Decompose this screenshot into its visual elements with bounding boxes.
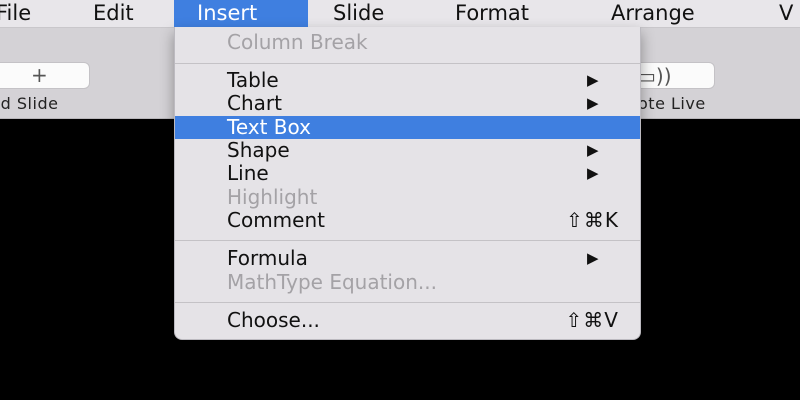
- menu-item-choose[interactable]: Choose... ⇧⌘V: [175, 309, 640, 332]
- menu-item-shape[interactable]: Shape ▶: [175, 139, 640, 162]
- plus-icon: +: [31, 63, 48, 87]
- submenu-arrow-icon: ▶: [587, 71, 599, 89]
- menu-bar: File Edit Insert Slide Format Arrange V: [0, 0, 800, 28]
- menu-separator: [175, 63, 640, 64]
- menu-separator: [175, 240, 640, 241]
- menu-item-label: Line: [227, 161, 269, 185]
- menu-item-label: Text Box: [227, 115, 311, 139]
- keyboard-shortcut: ⇧⌘V: [565, 308, 619, 332]
- menu-item-label: Chart: [227, 91, 282, 115]
- menu-item-formula[interactable]: Formula ▶: [175, 247, 640, 270]
- menu-item-table[interactable]: Table ▶: [175, 69, 640, 92]
- menu-item-label: Formula: [227, 246, 308, 270]
- menu-item-comment[interactable]: Comment ⇧⌘K: [175, 209, 640, 232]
- menu-item-mathtype-equation: MathType Equation...: [175, 271, 640, 294]
- menu-view[interactable]: V: [779, 0, 793, 27]
- submenu-arrow-icon: ▶: [587, 164, 599, 182]
- menu-item-label: Table: [227, 68, 279, 92]
- menu-item-highlight: Highlight: [175, 186, 640, 209]
- add-slide-label: dd Slide: [0, 94, 59, 113]
- menu-item-chart[interactable]: Chart ▶: [175, 92, 640, 115]
- menu-item-line[interactable]: Line ▶: [175, 162, 640, 185]
- menu-item-text-box[interactable]: Text Box: [175, 116, 640, 139]
- insert-menu: Column Break Table ▶ Chart ▶ Text Box Sh…: [174, 27, 641, 340]
- keynote-window: File Edit Insert Slide Format Arrange V …: [0, 0, 800, 400]
- menu-item-label: MathType Equation...: [227, 270, 437, 294]
- keynote-live-label: ote Live: [638, 94, 706, 113]
- menu-item-label: Column Break: [227, 30, 368, 54]
- menu-item-label: Choose...: [227, 308, 320, 332]
- menu-format[interactable]: Format: [455, 0, 529, 27]
- menu-insert[interactable]: Insert: [174, 0, 308, 27]
- menu-item-label: Shape: [227, 138, 290, 162]
- menu-arrange[interactable]: Arrange: [611, 0, 695, 27]
- menu-edit[interactable]: Edit: [93, 0, 134, 27]
- menu-item-column-break: Column Break: [175, 31, 640, 54]
- menu-separator: [175, 302, 640, 303]
- submenu-arrow-icon: ▶: [587, 94, 599, 112]
- submenu-arrow-icon: ▶: [587, 249, 599, 267]
- menu-file[interactable]: File: [0, 0, 31, 27]
- keyboard-shortcut: ⇧⌘K: [566, 208, 619, 232]
- menu-item-label: Comment: [227, 208, 325, 232]
- keynote-live-icon: ▭)): [637, 64, 672, 88]
- menu-slide[interactable]: Slide: [333, 0, 384, 27]
- add-slide-button[interactable]: +: [0, 62, 90, 89]
- submenu-arrow-icon: ▶: [587, 141, 599, 159]
- menu-item-label: Highlight: [227, 185, 318, 209]
